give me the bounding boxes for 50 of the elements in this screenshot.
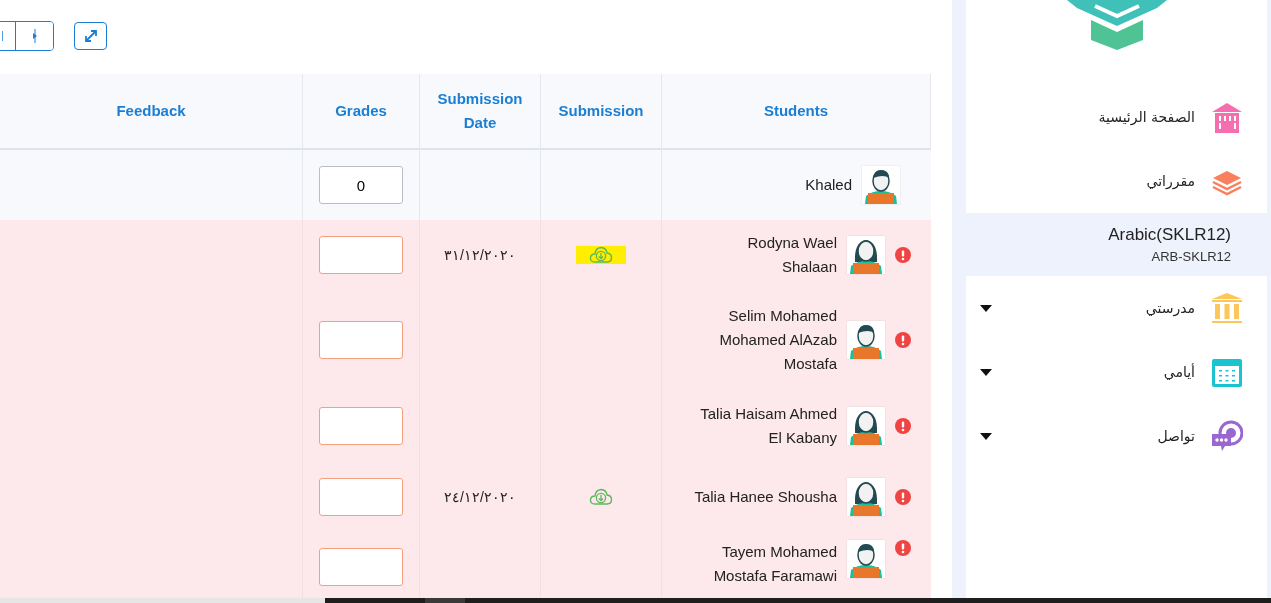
column-header[interactable]: Students [662, 74, 931, 150]
course-item[interactable]: Arabic(SKLR12) ARB-SKLR12 [966, 213, 1267, 276]
avatar-icon [847, 236, 885, 274]
grade-input[interactable] [319, 407, 403, 445]
grade-input[interactable] [319, 548, 403, 586]
submission-date: ٣١/١٢/٢٠٢٠ [444, 247, 516, 263]
expand-icon [84, 30, 97, 42]
calendar-icon [1211, 356, 1243, 388]
column-header[interactable]: Submission Date [420, 74, 541, 150]
columns-building-icon [1211, 292, 1243, 324]
course-title: Arabic(SKLR12) [1108, 225, 1231, 245]
grade-input[interactable] [319, 478, 403, 516]
chat-bubbles-icon [1211, 420, 1243, 452]
avatar-icon [847, 407, 885, 445]
nav-item[interactable]: أيامي [966, 340, 1267, 404]
highlight-mark[interactable] [576, 246, 626, 264]
column-header[interactable]: Grades [303, 74, 420, 150]
student-name: Khaled [805, 175, 852, 195]
warning-icon [895, 332, 911, 348]
grade-input[interactable] [319, 236, 403, 274]
grade-input[interactable]: 0 [319, 166, 403, 204]
toolbar-button[interactable] [15, 22, 53, 50]
student-name: Selim Mohamed Mohamed AlAzab Mostafa [718, 306, 837, 374]
grade-input[interactable] [319, 321, 403, 359]
warning-icon [895, 247, 911, 263]
nav-item[interactable]: الصفحة الرئيسية [966, 85, 1267, 149]
cloud-download-icon[interactable] [589, 246, 613, 264]
course-code: ARB-SKLR12 [1151, 249, 1231, 264]
column-header[interactable]: Submission [541, 74, 662, 150]
expand-button[interactable] [74, 22, 107, 50]
nav-item[interactable]: مقرراتي [966, 149, 1267, 213]
warning-icon [895, 540, 911, 556]
student-name: Tayem Mohamed Mostafa Faramawi [712, 542, 837, 586]
student-name: Rodyna Wael Shalaan [746, 233, 837, 277]
play-icon [31, 29, 38, 43]
nav-item[interactable]: مدرستي [966, 276, 1267, 340]
avatar-icon [847, 540, 885, 578]
column-header[interactable]: Feedback [0, 74, 303, 150]
warning-icon [895, 489, 911, 505]
student-name: Talia Haisam Ahmed El Kabany [699, 404, 837, 448]
student-name: Talia Hanee Shousha [694, 487, 837, 507]
avatar-icon [847, 478, 885, 516]
submission-date: ٢٤/١٢/٢٠٢٠ [444, 489, 516, 505]
nav-item[interactable]: تواصل [966, 404, 1267, 468]
cloud-download-icon[interactable] [589, 488, 613, 506]
warning-icon [895, 418, 911, 434]
building-icon [1211, 101, 1243, 133]
avatar-icon [862, 166, 900, 204]
avatar-icon [847, 321, 885, 359]
scrollbar-thumb[interactable] [425, 598, 465, 603]
